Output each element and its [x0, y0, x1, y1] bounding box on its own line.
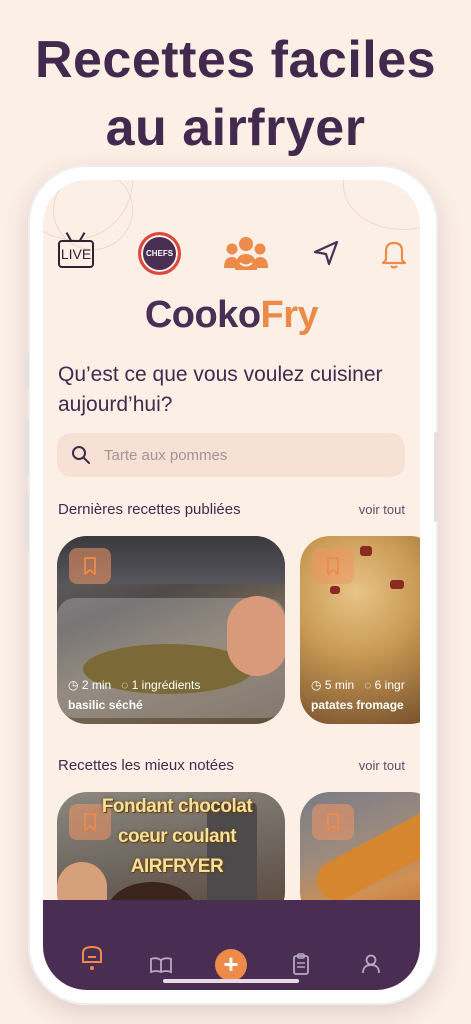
- latest-see-all-link[interactable]: voir tout: [359, 502, 405, 517]
- recipe-meta: ◷ 2 min ◌ 1 ingrédients: [68, 678, 200, 692]
- background-decoration: [343, 180, 420, 230]
- top-rated-see-all-link[interactable]: voir tout: [359, 758, 405, 773]
- promo-headline: Recettes faciles au airfryer: [0, 26, 471, 162]
- overlay-line: AIRFRYER: [130, 856, 224, 877]
- latest-section-title: Dernières recettes publiées: [58, 501, 241, 518]
- clipboard-icon[interactable]: [293, 953, 309, 975]
- logo-cooko: Cooko: [144, 294, 261, 336]
- overlay-line: coeur coulant: [117, 826, 237, 847]
- phone-side-button: [25, 418, 29, 476]
- pot-icon: ◌: [121, 678, 129, 692]
- bottom-nav: +: [43, 900, 420, 990]
- card-photo-bacon: [390, 580, 404, 589]
- bookmark-button[interactable]: [312, 548, 354, 584]
- clock-icon: ◷: [68, 678, 79, 692]
- pot-icon: ◌: [364, 678, 372, 692]
- add-recipe-button[interactable]: +: [215, 949, 247, 981]
- search-icon: [72, 446, 90, 464]
- profile-icon[interactable]: [361, 954, 381, 974]
- logo-fry: Fry: [260, 294, 319, 336]
- search-bar[interactable]: [57, 433, 405, 477]
- recipe-name: basilic séché: [68, 698, 143, 712]
- recipe-ingredients: 6 ingr: [374, 678, 405, 692]
- page-question: Qu’est ce que vous voulez cuisiner aujou…: [58, 363, 383, 416]
- app-logo: CookoFry: [43, 294, 420, 337]
- home-icon[interactable]: [81, 944, 103, 970]
- recipe-name: patates fromage: [311, 698, 404, 712]
- recipe-meta: ◷ 5 min ◌ 6 ingr: [311, 678, 405, 692]
- live-tv-icon: LIVE: [58, 240, 94, 268]
- search-input[interactable]: [104, 433, 384, 477]
- card-overlay-text: Fondant chocolat coeur coulant AIRFRYER: [77, 792, 277, 882]
- bookmark-button[interactable]: [69, 548, 111, 584]
- community-icon[interactable]: [223, 234, 269, 274]
- recipe-card[interactable]: ◷ 5 min ◌ 6 ingr patates fromage: [300, 536, 420, 724]
- recipe-time: 2 min: [81, 678, 112, 692]
- bookmark-button[interactable]: [312, 804, 354, 840]
- card-photo-bacon: [330, 586, 340, 594]
- top-rated-section-title: Recettes les mieux notées: [58, 757, 234, 774]
- bookmark-icon: [84, 557, 96, 575]
- app-screen: LIVE CHEFS CookoFry Qu’est ce que vous v…: [43, 180, 420, 990]
- recipe-time: 5 min: [324, 678, 355, 692]
- bookmark-icon: [327, 557, 339, 575]
- card-photo-hand: [227, 596, 285, 676]
- book-icon[interactable]: [150, 956, 172, 974]
- recipe-ingredients: 1 ingrédients: [131, 678, 201, 692]
- card-photo-bacon: [360, 546, 372, 556]
- phone-side-button: [25, 494, 29, 552]
- phone-side-button: [434, 432, 438, 522]
- home-indicator[interactable]: [163, 979, 299, 983]
- headline-line-2: au airfryer: [105, 99, 366, 157]
- bell-icon[interactable]: [381, 238, 407, 270]
- phone-side-button: [25, 352, 29, 390]
- recipe-card[interactable]: ◷ 2 min ◌ 1 ingrédients basilic séché: [57, 536, 285, 724]
- plus-icon: +: [223, 949, 239, 979]
- chefs-button[interactable]: CHEFS: [138, 232, 181, 275]
- bookmark-icon: [327, 813, 339, 831]
- headline-line-1: Recettes faciles: [34, 31, 437, 89]
- clock-icon: ◷: [311, 678, 322, 692]
- overlay-line: Fondant chocolat: [101, 796, 253, 817]
- send-icon[interactable]: [311, 238, 341, 268]
